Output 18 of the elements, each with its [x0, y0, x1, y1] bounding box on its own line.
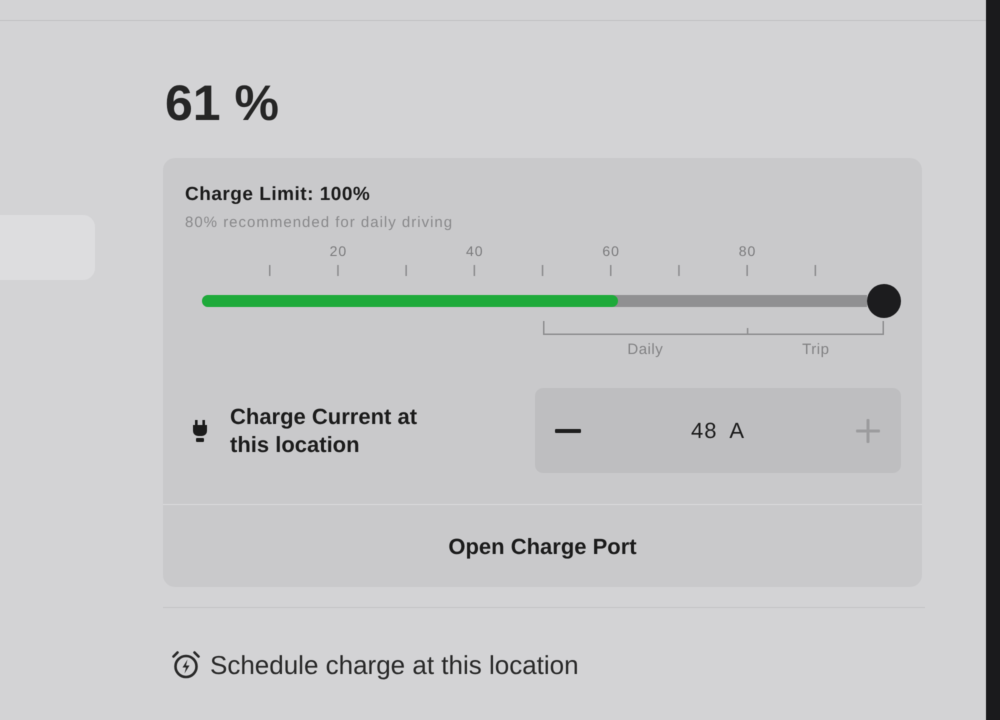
charge-limit-hint: 80% recommended for daily driving: [185, 214, 454, 232]
scale-label: 20: [330, 243, 348, 260]
scale-label: 40: [466, 243, 484, 260]
alarm-clock-bolt-icon: [172, 651, 200, 679]
scale-label: 60: [602, 243, 620, 260]
range-label: Daily: [627, 341, 664, 359]
range-label: Trip: [802, 341, 830, 359]
slider-thumb[interactable]: [867, 284, 901, 318]
charge-current-value: 48 A: [690, 418, 746, 444]
open-charge-port-button[interactable]: Open Charge Port: [163, 505, 922, 587]
charge-limit-title: Charge Limit: 100%: [185, 184, 370, 206]
minus-icon: [555, 428, 581, 432]
scale-label: 80: [738, 243, 756, 260]
schedule-charge-item[interactable]: Schedule charge at this location: [172, 649, 579, 681]
charge-current-label: Charge Current at this location: [230, 402, 418, 458]
plug-icon: [193, 420, 207, 442]
plus-icon: [856, 418, 880, 442]
battery-percentage: 61 %: [165, 74, 279, 133]
